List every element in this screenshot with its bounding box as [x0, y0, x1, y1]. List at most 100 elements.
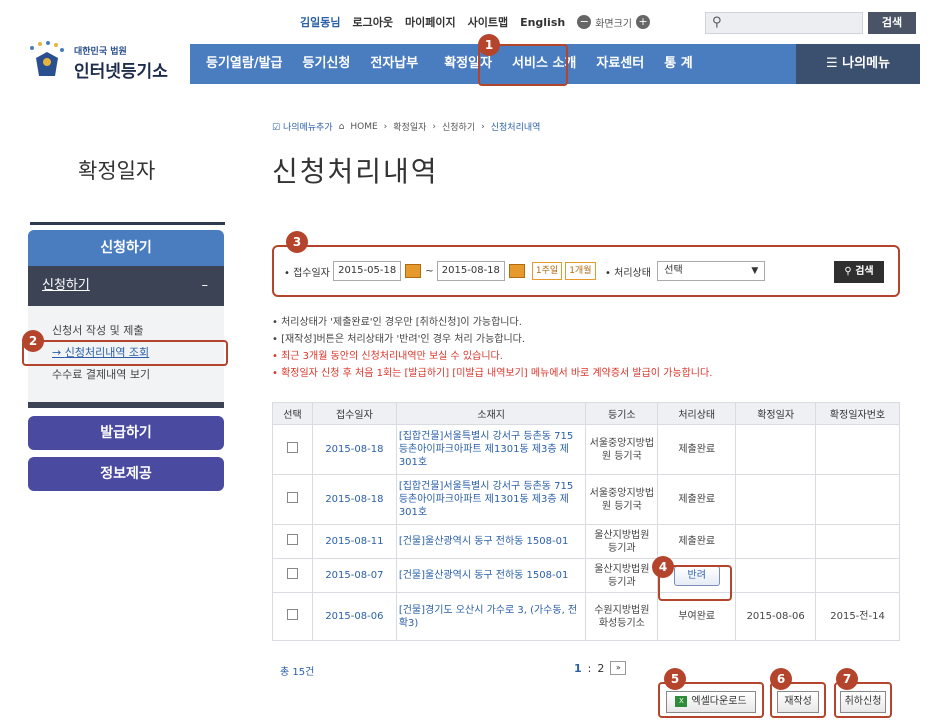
- status-label: • 처리상태: [605, 267, 651, 279]
- sidebar-item-fee[interactable]: 수수료 결제내역 보기: [52, 364, 224, 386]
- nav-item-resources[interactable]: 자료센터: [586, 44, 654, 84]
- site-search-input[interactable]: ⚲: [705, 12, 863, 34]
- row-checkbox[interactable]: [286, 609, 298, 620]
- sitemap-link[interactable]: 사이트맵: [468, 14, 508, 30]
- excel-icon: X: [675, 695, 688, 707]
- search-filter-panel: • 접수일자 2015-05-18 ~ 2015-08-18 1주일 1개월 •…: [272, 245, 900, 297]
- sidebar-item-write[interactable]: 신청서 작성 및 제출: [52, 320, 224, 342]
- issue-button[interactable]: 발급하기: [28, 416, 224, 450]
- row-checkbox[interactable]: [286, 492, 298, 503]
- table-header-row: 선택 접수일자 소재지 등기소 처리상태 확정일자 확정일자번호: [272, 402, 900, 425]
- one-week-button[interactable]: 1주일: [531, 262, 563, 280]
- page-title: 신청처리내역: [272, 155, 439, 188]
- status-select[interactable]: 선택 ▼: [657, 261, 766, 281]
- zoom-in-icon[interactable]: +: [636, 15, 651, 29]
- notice-item: • 확정일자 신청 후 처음 1회는 [발급하기] [미발급 내역보기] 메뉴에…: [272, 368, 713, 379]
- row-fixed-date: 2015-08-06: [735, 592, 817, 641]
- total-count: 총 15건: [280, 667, 315, 678]
- row-checkbox[interactable]: [286, 534, 298, 545]
- nav-item-register-view[interactable]: 등기열람/발급: [196, 44, 293, 84]
- row-office: 울산지방법원 등기과: [585, 558, 659, 593]
- english-link[interactable]: English: [520, 16, 565, 29]
- row-date: 2015-08-06: [311, 592, 397, 641]
- row-address[interactable]: [건물]경기도 오산시 가수로 3, (가수동, 전확3): [395, 592, 587, 641]
- row-checkbox[interactable]: [286, 568, 298, 579]
- row-address[interactable]: [집합건물]서울특별시 강서구 등촌동 715 등촌아이파크아파트 제1301동…: [395, 474, 587, 525]
- utility-bar: 김일동님 로그아웃 마이페이지 사이트맵 English − 화면크기 +: [300, 12, 651, 32]
- row-office: 서울중앙지방법원 등기국: [585, 424, 659, 475]
- add-my-menu-label: 나의메뉴추가: [282, 123, 333, 133]
- notice-item: • [재작성]버튼은 처리상태가 '반려'인 경우 처리 가능합니다.: [272, 334, 526, 345]
- logout-link[interactable]: 로그아웃: [352, 14, 392, 30]
- row-fixed-date: [735, 424, 817, 475]
- home-icon: ⌂: [338, 121, 345, 132]
- row-office: 서울중앙지방법원 등기국: [585, 474, 659, 525]
- site-search-button[interactable]: 검색: [868, 12, 916, 34]
- row-fixed-date: [735, 474, 817, 525]
- col-header: 등기소: [585, 402, 659, 425]
- one-month-button[interactable]: 1개월: [565, 262, 596, 280]
- sidebar-title: 확정일자: [78, 159, 156, 183]
- table-row: 2015-08-18 [집합건물]서울특별시 강서구 등촌동 715 등촌아이파…: [272, 424, 900, 475]
- breadcrumb-current: 신청처리내역: [490, 123, 541, 133]
- cancel-request-button[interactable]: 취하신청: [840, 691, 886, 713]
- info-provide-button[interactable]: 정보제공: [28, 457, 224, 491]
- step-badge-6: 6: [770, 668, 792, 690]
- notice-text: [재작성]버튼은 처리상태가 '반려'인 경우 처리 가능합니다.: [281, 334, 526, 345]
- breadcrumb: ☑ 나의메뉴추가 ⌂ HOME › 확정일자 › 신청하기 › 신청처리내역: [272, 120, 541, 134]
- nav-item-register-apply[interactable]: 등기신청: [293, 44, 361, 84]
- sidebar-divider: [30, 222, 225, 225]
- next-page-icon[interactable]: »: [610, 661, 627, 675]
- collapse-icon[interactable]: –: [202, 266, 209, 306]
- screen-size-label: 화면크기: [595, 18, 633, 30]
- calendar-icon[interactable]: [508, 264, 525, 278]
- row-office: 울산지방법원 등기과: [585, 524, 659, 559]
- date-from-input[interactable]: 2015-05-18: [333, 261, 402, 281]
- step-badge-1: 1: [478, 34, 500, 56]
- table-row: 2015-08-18 [집합건물]서울특별시 강서구 등촌동 715 등촌아이파…: [272, 474, 900, 525]
- breadcrumb-home[interactable]: HOME: [350, 122, 377, 132]
- date-label-text: 접수일자: [293, 267, 330, 279]
- add-my-menu-link[interactable]: ☑ 나의메뉴추가: [272, 120, 333, 133]
- page-1[interactable]: 1: [574, 662, 582, 675]
- nav-item-stats[interactable]: 통 계: [654, 44, 702, 84]
- filter-search-button[interactable]: ⚲ 검색: [834, 261, 884, 283]
- rewrite-button[interactable]: 재작성: [777, 691, 819, 713]
- mypage-link[interactable]: 마이페이지: [405, 14, 456, 30]
- step-badge-7: 7: [836, 668, 858, 690]
- row-fixed-date: [735, 558, 817, 593]
- history-table: 선택 접수일자 소재지 등기소 처리상태 확정일자 확정일자번호 2015-08…: [272, 402, 900, 641]
- sidebar-subheader[interactable]: 신청하기 –: [28, 266, 224, 306]
- hamburger-icon: ☰: [825, 56, 838, 71]
- row-status: 제출완료: [657, 474, 737, 525]
- row-fixed-no: 2015-전-14: [815, 592, 900, 641]
- nav-item-e-payment[interactable]: 전자납부: [360, 44, 428, 84]
- breadcrumb-fixed-date[interactable]: 확정일자: [393, 120, 426, 133]
- date-separator: ~: [425, 265, 434, 277]
- calendar-icon[interactable]: [405, 264, 422, 278]
- date-to-input[interactable]: 2015-08-18: [436, 261, 505, 281]
- excel-download-label: 엑셀다운로드: [691, 696, 747, 707]
- excel-download-button[interactable]: X 엑셀다운로드: [666, 691, 756, 713]
- col-header: 소재지: [395, 402, 587, 425]
- chevron-down-icon: ▼: [751, 266, 759, 276]
- filter-search-label: 검색: [855, 266, 874, 277]
- row-checkbox[interactable]: [286, 442, 298, 453]
- site-logo[interactable]: 대한민국 법원 인터넷등기소: [22, 38, 182, 88]
- table-row: 2015-08-07 [건물]울산광역시 동구 전하동 1508-01 울산지방…: [272, 558, 900, 593]
- court-emblem-icon: [30, 41, 64, 76]
- row-address[interactable]: [건물]울산광역시 동구 전하동 1508-01: [395, 524, 587, 559]
- step-badge-2: 2: [22, 330, 44, 352]
- sidebar-header[interactable]: 신청하기: [28, 230, 224, 266]
- row-address[interactable]: [집합건물]서울특별시 강서구 등촌동 715 등촌아이파크아파트 제1301동…: [395, 424, 587, 475]
- row-address[interactable]: [건물]울산광역시 동구 전하동 1508-01: [395, 558, 587, 593]
- breadcrumb-apply[interactable]: 신청하기: [442, 120, 475, 133]
- logo-subtitle: 대한민국 법원: [74, 47, 127, 57]
- my-menu-button[interactable]: ☰ 나의메뉴: [796, 44, 920, 84]
- step-badge-3: 3: [286, 231, 308, 253]
- zoom-out-icon[interactable]: −: [577, 15, 592, 29]
- row-fixed-no: [815, 524, 900, 559]
- step-badge-5: 5: [664, 668, 686, 690]
- notice-item: • 최근 3개월 동안의 신청처리내역만 보실 수 있습니다.: [272, 351, 503, 362]
- page-2[interactable]: 2: [597, 662, 604, 675]
